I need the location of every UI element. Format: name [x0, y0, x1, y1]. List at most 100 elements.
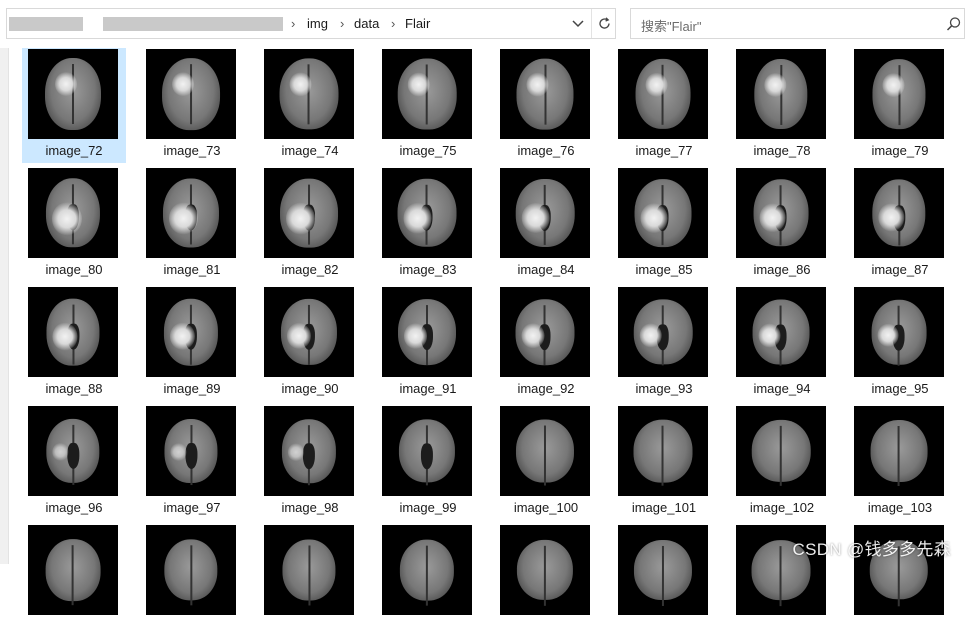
file-name: image_84 [517, 262, 575, 277]
file-item[interactable]: image_77 [612, 45, 716, 163]
file-item[interactable]: image_100 [494, 402, 598, 520]
file-name: image_99 [399, 500, 457, 515]
search-input[interactable]: 搜索"Flair" [630, 8, 965, 39]
file-item[interactable]: image_78 [730, 45, 834, 163]
file-name: image_77 [635, 143, 693, 158]
mri-slice-image [635, 58, 691, 130]
mri-slice-image [516, 58, 574, 130]
file-item[interactable] [612, 521, 716, 639]
explorer-toolbar: › img › data › Flair 搜索"Flair" [0, 0, 965, 48]
file-item[interactable]: image_88 [22, 283, 126, 401]
file-item[interactable]: image_94 [730, 283, 834, 401]
file-name: image_74 [281, 143, 339, 158]
file-thumbnail [146, 525, 236, 615]
mri-slice-image [516, 539, 574, 606]
mri-slice-image [398, 299, 456, 366]
file-thumbnail [28, 168, 118, 258]
file-name: image_82 [281, 262, 339, 277]
file-item[interactable]: image_93 [612, 283, 716, 401]
file-item[interactable]: image_76 [494, 45, 598, 163]
file-thumbnail [382, 406, 472, 496]
file-name: image_103 [867, 500, 933, 515]
file-item[interactable]: image_81 [140, 164, 244, 282]
file-item[interactable]: image_73 [140, 45, 244, 163]
search-placeholder: 搜索"Flair" [641, 19, 702, 34]
file-name: image_96 [45, 500, 103, 515]
file-item[interactable]: image_85 [612, 164, 716, 282]
file-item[interactable]: image_90 [258, 283, 362, 401]
file-item[interactable] [258, 521, 362, 639]
mri-slice-image [633, 419, 693, 486]
search-icon[interactable] [946, 16, 962, 32]
file-item[interactable]: image_82 [258, 164, 362, 282]
file-item[interactable]: image_89 [140, 283, 244, 401]
breadcrumb-data[interactable]: data [354, 16, 379, 31]
chevron-right-icon: › [291, 16, 296, 31]
file-thumbnail [854, 287, 944, 377]
refresh-button[interactable] [593, 9, 615, 38]
file-item[interactable] [140, 521, 244, 639]
mri-slice-image [280, 298, 338, 366]
file-name: image_89 [163, 381, 221, 396]
file-thumbnail [854, 49, 944, 139]
file-item[interactable]: image_87 [848, 164, 952, 282]
file-thumbnail [264, 525, 354, 615]
mri-slice-image [634, 179, 692, 247]
navigation-pane-edge[interactable] [0, 48, 9, 564]
file-thumbnail [500, 168, 590, 258]
mri-slice-image [282, 539, 336, 606]
file-thumbnail [618, 168, 708, 258]
file-item[interactable]: image_74 [258, 45, 362, 163]
file-item[interactable]: image_98 [258, 402, 362, 520]
breadcrumb-flair[interactable]: Flair [405, 16, 430, 31]
file-item[interactable]: image_79 [848, 45, 952, 163]
file-item[interactable]: image_92 [494, 283, 598, 401]
file-name: image_93 [635, 381, 693, 396]
file-item[interactable]: image_72 [22, 45, 126, 163]
file-item[interactable]: image_102 [730, 402, 834, 520]
file-item[interactable] [376, 521, 480, 639]
breadcrumb-img[interactable]: img [307, 16, 328, 31]
file-item[interactable] [494, 521, 598, 639]
file-thumbnail [264, 49, 354, 139]
file-item[interactable]: image_86 [730, 164, 834, 282]
address-dropdown-button[interactable] [565, 9, 592, 38]
file-item[interactable]: image_96 [22, 402, 126, 520]
file-thumbnail [618, 49, 708, 139]
mri-slice-image [752, 299, 810, 366]
file-item[interactable]: image_80 [22, 164, 126, 282]
file-name: image_92 [517, 381, 575, 396]
file-item[interactable] [22, 521, 126, 639]
file-thumbnail [500, 49, 590, 139]
file-item[interactable]: image_75 [376, 45, 480, 163]
mri-slice-image [279, 58, 339, 130]
address-bar[interactable]: › img › data › Flair [6, 8, 616, 39]
file-name: image_86 [753, 262, 811, 277]
mri-slice-image [515, 299, 575, 366]
file-item[interactable]: image_84 [494, 164, 598, 282]
mri-slice-image [515, 178, 575, 248]
file-name: image_72 [45, 143, 103, 158]
file-name: image_80 [45, 262, 103, 277]
file-name: image_78 [753, 143, 811, 158]
file-thumbnail [28, 525, 118, 615]
file-item[interactable]: image_101 [612, 402, 716, 520]
file-item[interactable]: image_103 [848, 402, 952, 520]
mri-slice-image [46, 418, 100, 485]
file-item[interactable]: image_91 [376, 283, 480, 401]
mri-slice-image [751, 419, 811, 486]
file-name: image_76 [517, 143, 575, 158]
file-item[interactable]: image_95 [848, 283, 952, 401]
file-item[interactable]: image_99 [376, 402, 480, 520]
mri-slice-image [163, 298, 219, 366]
mri-slice-image [754, 58, 808, 130]
mri-slice-image [399, 539, 455, 606]
chevron-down-icon [572, 19, 584, 27]
file-name: image_94 [753, 381, 811, 396]
mri-slice-image [280, 178, 338, 248]
file-item[interactable]: image_83 [376, 164, 480, 282]
refresh-icon [598, 17, 610, 29]
file-thumbnail [854, 406, 944, 496]
file-item[interactable]: image_97 [140, 402, 244, 520]
file-thumbnail [736, 168, 826, 258]
